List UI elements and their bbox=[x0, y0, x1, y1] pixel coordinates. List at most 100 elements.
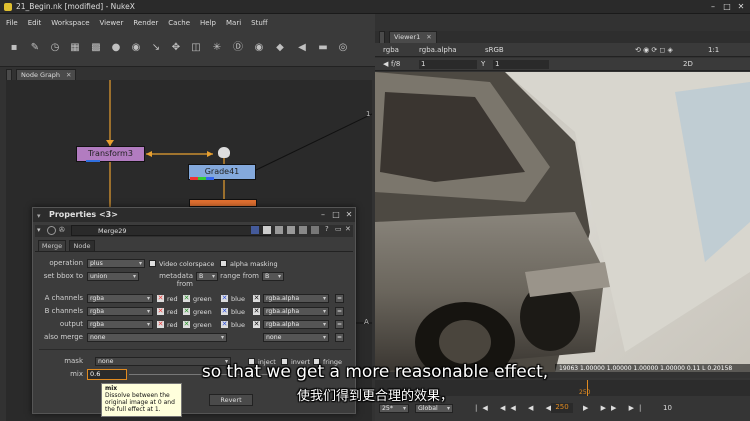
a-alpha-dropdown[interactable]: rgba.alpha bbox=[263, 294, 329, 303]
b-channels-link-button[interactable]: = bbox=[335, 307, 344, 316]
mix-input[interactable]: 0.6 bbox=[87, 369, 127, 380]
a-channels-dropdown[interactable]: rgba bbox=[87, 294, 153, 303]
channel-nodes-icon[interactable]: ▦ bbox=[69, 42, 81, 54]
b-alpha-checkbox[interactable]: ✕ bbox=[253, 308, 260, 315]
menu-render[interactable]: Render bbox=[133, 19, 158, 27]
menu-help[interactable]: Help bbox=[200, 19, 216, 27]
out-blue-checkbox[interactable]: ✕ bbox=[221, 321, 228, 328]
also-merge-dropdown[interactable]: none bbox=[87, 333, 227, 342]
viewer-zoom-dropdown[interactable]: 1:1 bbox=[708, 46, 719, 54]
a-alpha-checkbox[interactable]: ✕ bbox=[253, 295, 260, 302]
menu-file[interactable]: File bbox=[6, 19, 18, 27]
also-merge-link-button[interactable]: = bbox=[335, 333, 344, 342]
metadata-nodes-icon[interactable]: ◀ bbox=[296, 42, 308, 54]
dot-node[interactable] bbox=[218, 147, 230, 158]
out-alpha-dropdown[interactable]: rgba.alpha bbox=[263, 320, 329, 329]
close-panel-icon[interactable]: ✕ bbox=[344, 210, 354, 220]
gamma-field[interactable]: 1 bbox=[493, 60, 549, 69]
a-channels-link-button[interactable]: = bbox=[335, 294, 344, 303]
merge-nodes-icon[interactable]: ↘ bbox=[150, 42, 162, 54]
close-icon[interactable]: ✕ bbox=[736, 2, 746, 12]
bbox-dropdown[interactable]: union bbox=[87, 272, 139, 281]
viewer-pane-menu[interactable] bbox=[379, 31, 385, 43]
revert-icon[interactable] bbox=[299, 226, 307, 234]
a-red-checkbox[interactable]: ✕ bbox=[157, 295, 164, 302]
tab-merge[interactable]: Merge bbox=[38, 240, 66, 251]
operation-dropdown[interactable]: plus bbox=[87, 259, 145, 268]
out-red-checkbox[interactable]: ✕ bbox=[157, 321, 164, 328]
b-alpha-dropdown[interactable]: rgba.alpha bbox=[263, 307, 329, 316]
maximize-icon[interactable]: □ bbox=[722, 2, 732, 12]
undo-icon[interactable] bbox=[275, 226, 283, 234]
current-frame-field[interactable]: 250 bbox=[551, 403, 573, 413]
viewer-colorspace-dropdown[interactable]: sRGB bbox=[485, 46, 504, 54]
draw-nodes-icon[interactable]: ✎ bbox=[29, 42, 41, 54]
tab-close-icon[interactable]: ✕ bbox=[66, 71, 71, 79]
viewer-alpha-dropdown[interactable]: rgba.alpha bbox=[419, 46, 457, 54]
tab-list-icon[interactable] bbox=[311, 226, 319, 234]
menu-viewer[interactable]: Viewer bbox=[100, 19, 124, 27]
output-dropdown[interactable]: rgba bbox=[87, 320, 153, 329]
time-nodes-icon[interactable]: ◷ bbox=[49, 42, 61, 54]
viewer-image[interactable]: 19063 1.00000 1.00000 1.00000 1.00000 0.… bbox=[375, 72, 750, 372]
gain-field[interactable]: 1 bbox=[419, 60, 477, 69]
menu-workspace[interactable]: Workspace bbox=[51, 19, 89, 27]
minimize-icon[interactable]: – bbox=[708, 2, 718, 12]
also-merge-label: also merge bbox=[43, 333, 83, 341]
help-circle-icon[interactable] bbox=[47, 226, 56, 235]
a-green-checkbox[interactable]: ✕ bbox=[183, 295, 190, 302]
transport-controls-forward[interactable]: ▶ ▶▶ ▶| bbox=[583, 404, 646, 412]
out-alpha-checkbox[interactable]: ✕ bbox=[253, 321, 260, 328]
node-name-field[interactable]: Merge29 bbox=[71, 225, 271, 236]
other-nodes-icon[interactable]: ▬ bbox=[317, 42, 329, 54]
metadata-from-dropdown[interactable]: B bbox=[196, 272, 218, 281]
tab-node[interactable]: Node bbox=[69, 240, 95, 251]
3d-nodes-icon[interactable]: ◫ bbox=[190, 42, 202, 54]
collapse-node-icon[interactable]: ▾ bbox=[37, 226, 41, 234]
filter-nodes-icon[interactable]: ● bbox=[110, 42, 122, 54]
redo-icon[interactable] bbox=[287, 226, 295, 234]
viewer-channels-dropdown[interactable]: rgba bbox=[383, 46, 399, 54]
float-icon[interactable]: ▭ bbox=[335, 225, 342, 233]
color-nodes-icon[interactable]: ▩ bbox=[90, 42, 102, 54]
views-nodes-icon[interactable]: ✳ bbox=[211, 42, 223, 54]
deep-nodes-icon[interactable]: Ⓓ bbox=[232, 42, 244, 54]
image-nodes-icon[interactable]: ▪ bbox=[8, 42, 20, 54]
step-field[interactable]: 10 bbox=[663, 404, 672, 412]
menu-cache[interactable]: Cache bbox=[168, 19, 190, 27]
also-merge-dropdown-2[interactable]: none bbox=[263, 333, 329, 342]
float-panel-icon[interactable]: □ bbox=[331, 210, 341, 220]
play-icon[interactable]: ◀ bbox=[383, 60, 388, 68]
out-green-checkbox[interactable]: ✕ bbox=[183, 321, 190, 328]
node-color-swatch[interactable] bbox=[251, 226, 259, 234]
font-color-swatch[interactable] bbox=[263, 226, 271, 234]
transform-nodes-icon[interactable]: ✥ bbox=[170, 42, 182, 54]
b-red-checkbox[interactable]: ✕ bbox=[157, 308, 164, 315]
fps-dropdown[interactable]: 25* bbox=[379, 404, 409, 413]
alpha-masking-checkbox[interactable] bbox=[220, 260, 227, 267]
b-green-checkbox[interactable]: ✕ bbox=[183, 308, 190, 315]
furnace-nodes-icon[interactable]: ◎ bbox=[337, 42, 349, 54]
output-link-button[interactable]: = bbox=[335, 320, 344, 329]
scope-dropdown[interactable]: Global bbox=[415, 404, 453, 413]
minimize-panel-icon[interactable]: – bbox=[318, 210, 328, 220]
b-channels-dropdown[interactable]: rgba bbox=[87, 307, 153, 316]
video-colorspace-checkbox[interactable] bbox=[149, 260, 156, 267]
view-mode-dropdown[interactable]: 2D bbox=[683, 60, 693, 68]
menu-mari[interactable]: Mari bbox=[226, 19, 241, 27]
wrench-icon[interactable]: ✇ bbox=[59, 226, 65, 234]
help-icon[interactable]: ? bbox=[325, 225, 329, 233]
b-blue-checkbox[interactable]: ✕ bbox=[221, 308, 228, 315]
range-from-dropdown[interactable]: B bbox=[262, 272, 284, 281]
keyer-nodes-icon[interactable]: ◉ bbox=[130, 42, 142, 54]
menu-edit[interactable]: Edit bbox=[28, 19, 42, 27]
viewer-tab-close-icon[interactable]: ✕ bbox=[426, 33, 431, 41]
close-node-icon[interactable]: ✕ bbox=[345, 225, 351, 233]
a-blue-checkbox[interactable]: ✕ bbox=[221, 295, 228, 302]
blur-node[interactable] bbox=[189, 199, 257, 207]
collapse-icon[interactable]: ▾ bbox=[37, 212, 41, 220]
viewer-nodes-icon[interactable]: ◉ bbox=[253, 42, 265, 54]
menu-stuff[interactable]: Stuff bbox=[251, 19, 267, 27]
toolsets-icon[interactable]: ◆ bbox=[274, 42, 286, 54]
tab-viewer1[interactable]: Viewer1 ✕ bbox=[389, 31, 437, 43]
